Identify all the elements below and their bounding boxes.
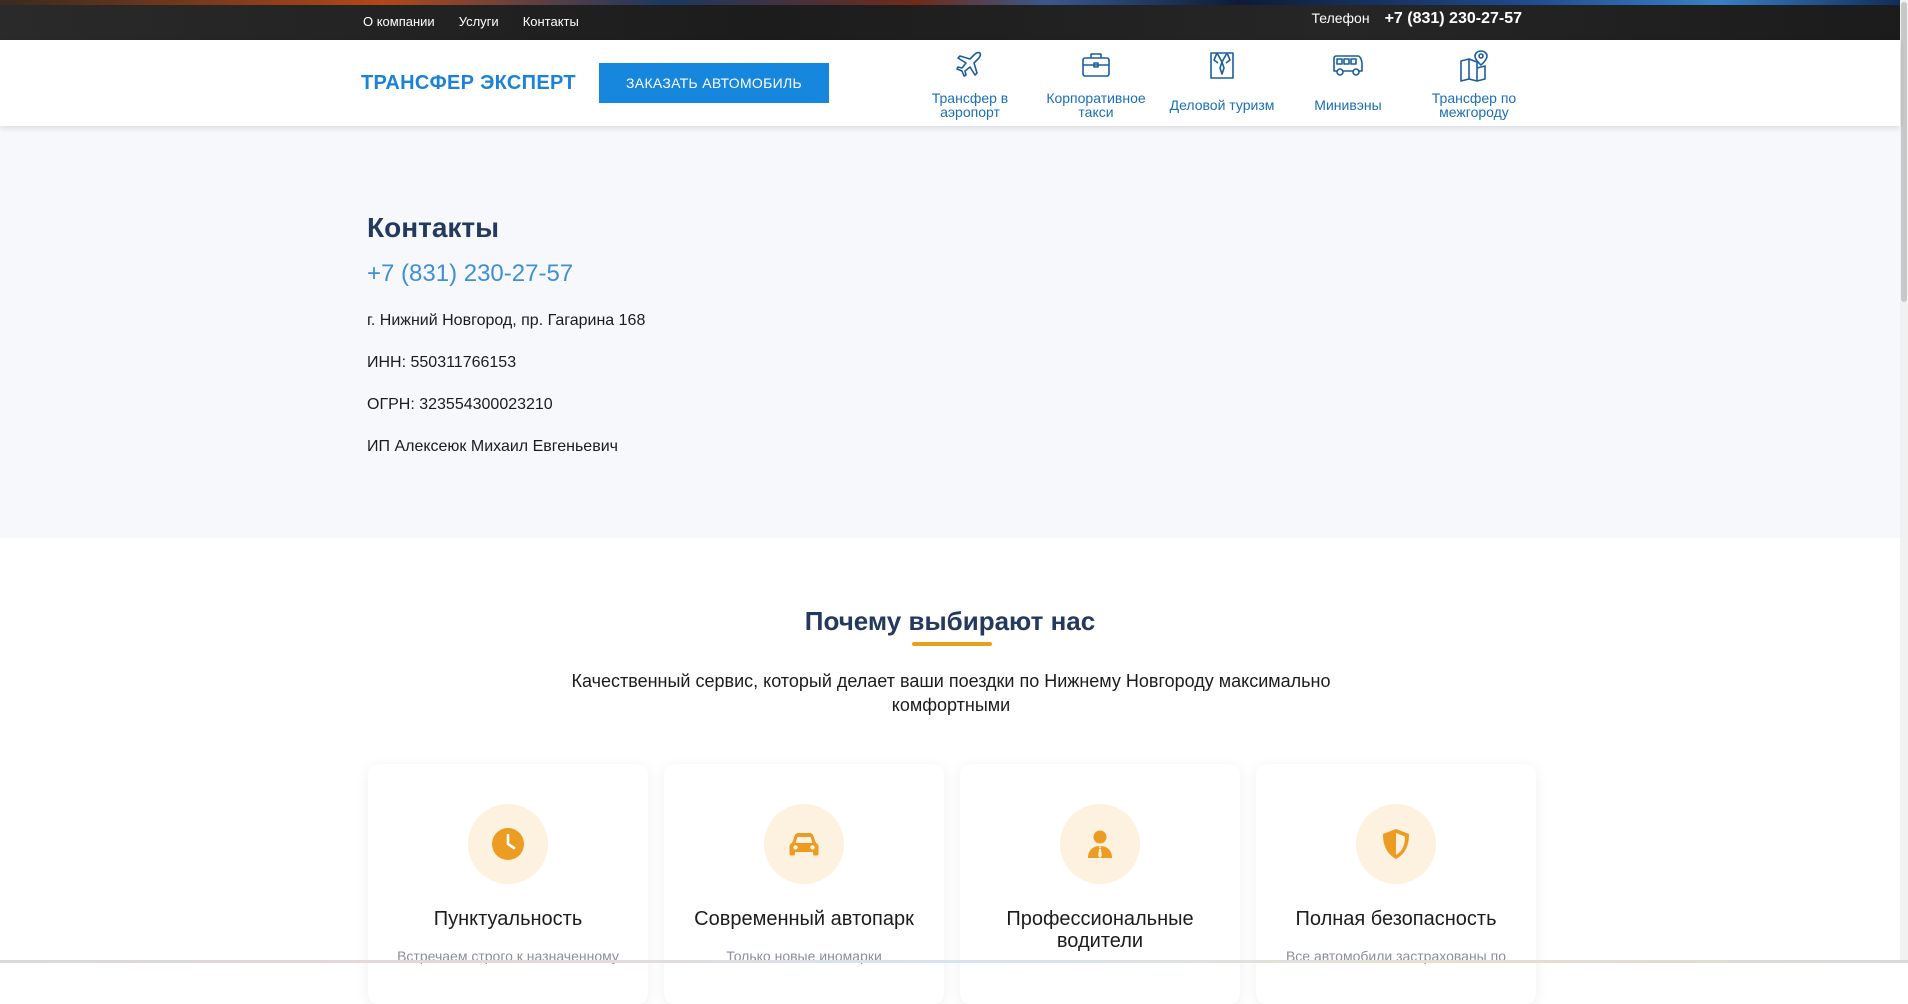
feature-card-punctuality: Пунктуальность Встречаем строго к назнач… <box>368 764 648 1004</box>
why-us-section: Почему выбирают нас Качественный сервис,… <box>0 538 1900 963</box>
service-minivans-label: Минивэны <box>1314 90 1381 120</box>
briefcase-icon <box>1079 48 1113 82</box>
clock-icon <box>490 826 526 862</box>
contacts-title: Контакты <box>367 212 645 244</box>
contacts-owner: ИП Алексеюк Михаил Евгеньевич <box>367 438 645 456</box>
map-pin-icon <box>1457 48 1491 82</box>
why-us-title: Почему выбирают нас <box>0 606 1900 637</box>
service-airport-transfer[interactable]: Трансфер в аэропорт <box>907 48 1033 120</box>
service-intercity-transfer[interactable]: Трансфер по межгороду <box>1411 48 1537 120</box>
feature-icon-badge <box>764 804 844 884</box>
services-nav: Трансфер в аэропорт Корпоративное такси … <box>907 48 1537 120</box>
service-airport-label: Трансфер в аэропорт <box>907 90 1033 120</box>
feature-title: Полная безопасность <box>1266 908 1526 930</box>
top-nav: О компании Услуги Контакты <box>363 14 579 29</box>
why-us-subtitle: Качественный сервис, который делает ваши… <box>560 669 1342 717</box>
feature-icon-badge <box>1060 804 1140 884</box>
page-scrollbar[interactable] <box>1900 0 1908 963</box>
top-phone-label: Телефон <box>1311 10 1369 26</box>
service-corporate-taxi[interactable]: Корпоративное такси <box>1033 48 1159 120</box>
feature-icon-badge <box>1356 804 1436 884</box>
top-nav-about[interactable]: О компании <box>363 14 435 29</box>
shield-icon <box>1378 826 1414 862</box>
feature-title: Профессиональные водители <box>970 908 1230 952</box>
top-phone-number[interactable]: +7 (831) 230-27-57 <box>1385 10 1522 28</box>
minivan-icon <box>1331 48 1365 82</box>
top-nav-contacts[interactable]: Контакты <box>523 14 579 29</box>
contacts-ogrn: ОГРН: 323554300023210 <box>367 396 645 414</box>
feature-card-modern-fleet: Современный автопарк Только новые иномар… <box>664 764 944 1004</box>
contacts-inn: ИНН: 550311766153 <box>367 354 645 372</box>
why-us-title-underline <box>912 642 992 646</box>
feature-title: Современный автопарк <box>674 908 934 930</box>
feature-title: Пунктуальность <box>378 908 638 930</box>
service-corporate-label: Корпоративное такси <box>1033 90 1159 120</box>
top-phone: Телефон +7 (831) 230-27-57 <box>1311 10 1522 28</box>
main-header: ТРАНСФЕР ЭКСПЕРТ ЗАКАЗАТЬ АВТОМОБИЛЬ Тра… <box>0 40 1900 126</box>
service-minivans[interactable]: Минивэны <box>1285 48 1411 120</box>
contacts-block: Контакты +7 (831) 230-27-57 г. Нижний Но… <box>367 212 645 456</box>
top-banner-strip <box>0 0 1908 5</box>
contacts-section: Контакты +7 (831) 230-27-57 г. Нижний Но… <box>0 126 1900 538</box>
site-logo[interactable]: ТРАНСФЕР ЭКСПЕРТ <box>361 72 576 95</box>
airplane-icon <box>953 48 987 82</box>
driver-icon <box>1082 826 1118 862</box>
order-car-button[interactable]: ЗАКАЗАТЬ АВТОМОБИЛЬ <box>599 63 829 103</box>
top-nav-services[interactable]: Услуги <box>459 14 499 29</box>
top-bar: О компании Услуги Контакты Телефон +7 (8… <box>0 0 1908 40</box>
service-business-tourism[interactable]: Деловой туризм <box>1159 48 1285 120</box>
suit-icon <box>1205 48 1239 82</box>
scrollbar-thumb[interactable] <box>1901 2 1907 302</box>
service-intercity-label: Трансфер по межгороду <box>1411 90 1537 120</box>
contacts-address: г. Нижний Новгород, пр. Гагарина 168 <box>367 312 645 330</box>
feature-card-professional-drivers: Профессиональные водители <box>960 764 1240 1004</box>
feature-icon-badge <box>468 804 548 884</box>
service-business-label: Деловой туризм <box>1170 90 1275 120</box>
contacts-phone-link[interactable]: +7 (831) 230-27-57 <box>367 260 645 288</box>
car-icon <box>786 826 822 862</box>
features-list: Пунктуальность Встречаем строго к назнач… <box>368 764 1536 1004</box>
feature-card-safety: Полная безопасность Все автомобили застр… <box>1256 764 1536 1004</box>
